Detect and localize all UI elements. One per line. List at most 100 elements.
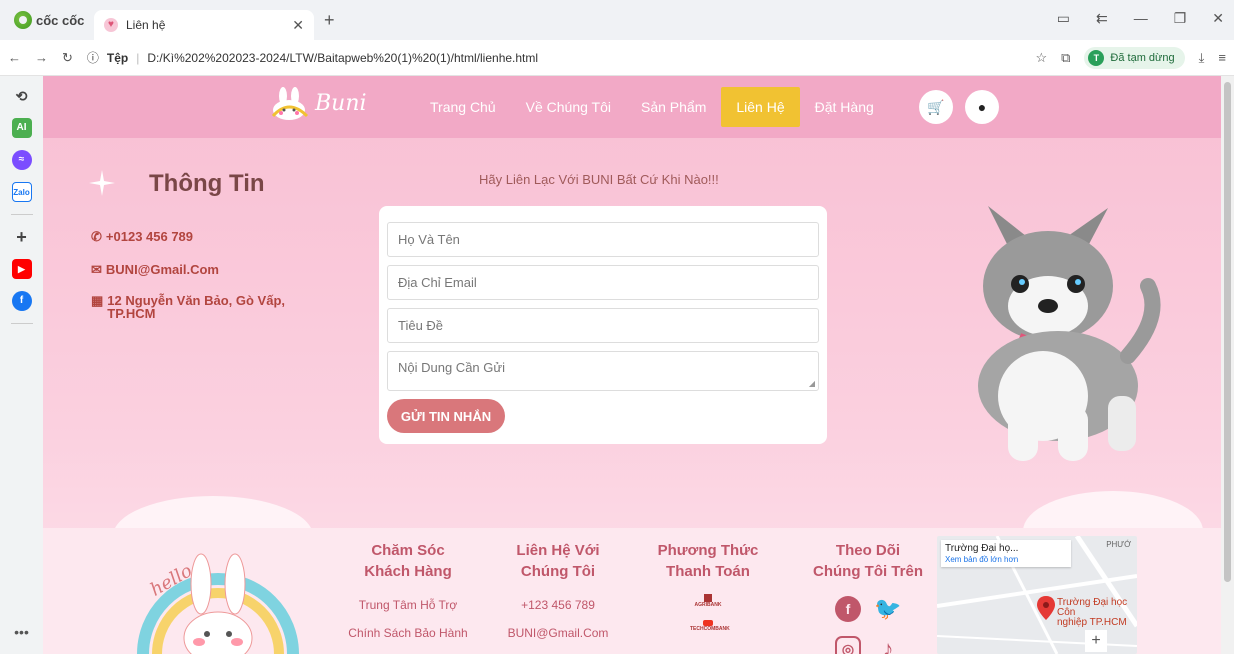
reading-mode-icon[interactable]: ▭ <box>1057 10 1070 27</box>
send-message-button[interactable]: GỬI TIN NHẮN <box>387 399 505 433</box>
phone-icon: ✆ <box>91 229 102 244</box>
nav-links: Trang Chủ Về Chúng Tôi Sản Phẩm Liên Hệ … <box>415 76 889 138</box>
nav-contact[interactable]: Liên Hệ <box>721 87 800 127</box>
facebook-icon[interactable]: f <box>11 291 32 311</box>
info-address-text: 12 Nguyễn Văn Bảo, Gò Vấp, TP.HCM <box>107 293 286 321</box>
extension-puzzle-icon[interactable]: ⧉ <box>1061 50 1070 66</box>
coccoc-logo-icon <box>14 11 32 29</box>
nav-home[interactable]: Trang Chủ <box>415 87 511 127</box>
map-place-name: Trường Đại họ... <box>945 543 1019 554</box>
scrollbar-thumb[interactable] <box>1224 82 1231 582</box>
window-controls: ▭ ⇇ — ❐ ✕ <box>1057 10 1224 27</box>
map-zoom-in-icon[interactable]: + <box>1085 630 1107 652</box>
add-app-icon[interactable]: + <box>12 227 32 247</box>
page-scrollbar[interactable] <box>1221 76 1234 654</box>
browser-tab-strip: cốc cốc ♥ Liên hệ ✕ + ▭ ⇇ — ❐ ✕ <box>0 0 1234 40</box>
logo-text: Buni <box>315 90 367 116</box>
ai-assistant-icon[interactable]: AI <box>11 118 32 138</box>
footer-contact-head-2: Chúng Tôi <box>520 563 596 580</box>
sidebar-divider <box>10 214 33 215</box>
name-placeholder: Họ Và Tên <box>398 232 460 247</box>
map-marker-icon[interactable] <box>1037 596 1055 620</box>
new-tab-icon[interactable]: + <box>324 10 335 31</box>
footer-email[interactable]: BUNI@Gmail.Com <box>483 626 633 640</box>
techcombank-logo[interactable]: TECHCOMBANK <box>690 620 730 634</box>
url-text: D:/Kì%202%202023-2024/LTW/Baitapweb%20(1… <box>147 50 539 65</box>
name-input[interactable]: Họ Và Tên <box>387 222 819 257</box>
footer-phone[interactable]: +123 456 789 <box>483 598 633 612</box>
footer-care-head-2: Khách Hàng <box>364 563 452 580</box>
address-bar-actions: ☆ ⧉ T Đã tạm dừng ⤓ ≡ <box>1035 46 1226 69</box>
footer-col-contact: Liên Hệ Với Chúng Tôi +123 456 789 BUNI@… <box>483 540 633 640</box>
restore-icon[interactable]: ❐ <box>1174 10 1187 27</box>
tiktok-icon[interactable]: ♪ <box>875 636 901 654</box>
map-marker-line-2: nghiệp TP.HCM <box>1057 617 1127 628</box>
footer-col-care: Chăm Sóc Khách Hàng Trung Tâm Hỗ Trợ Chí… <box>333 540 483 640</box>
close-tab-icon[interactable]: ✕ <box>292 17 304 34</box>
forward-icon[interactable]: → <box>35 50 48 65</box>
cart-icon[interactable]: 🛒 <box>919 90 953 124</box>
info-phone: ✆ +0123 456 789 <box>91 230 193 243</box>
contact-form: Họ Và Tên Địa Chỉ Email Tiêu Đề Nội Dung… <box>379 206 827 444</box>
messenger-icon[interactable]: ≈ <box>11 150 32 170</box>
zalo-icon[interactable]: Zalo <box>11 182 32 202</box>
agribank-label: AGRIBANK <box>694 602 722 608</box>
close-window-icon[interactable]: ✕ <box>1212 10 1224 27</box>
resize-handle-icon[interactable]: ◢ <box>809 379 815 388</box>
more-apps-icon[interactable]: ••• <box>14 624 29 640</box>
nav-products[interactable]: Sản Phẩm <box>626 87 721 127</box>
profile-button[interactable]: T Đã tạm dừng <box>1084 46 1185 69</box>
browser-brand-label: cốc cốc <box>36 12 85 28</box>
info-icon[interactable]: ⓘ <box>87 49 99 66</box>
agribank-mark-icon <box>704 594 712 602</box>
browser-tab-active[interactable]: ♥ Liên hệ ✕ <box>94 10 314 40</box>
footer-col-payment: Phương Thức Thanh Toán AGRIBANK TECHCOMB… <box>633 540 783 634</box>
browser-brand[interactable]: cốc cốc <box>0 11 90 29</box>
google-map-embed[interactable]: Trường Đại họ... Xem bản đồ lớn hơn PHƯỚ… <box>937 536 1137 654</box>
browser-sidebar: ⟲ AI ≈ Zalo + ▶ f ••• <box>0 76 43 654</box>
agribank-logo[interactable]: AGRIBANK <box>690 594 726 608</box>
reload-icon[interactable]: ↻ <box>62 50 73 66</box>
download-icon[interactable]: ⤓ <box>1199 50 1205 66</box>
bookmark-star-icon[interactable]: ☆ <box>1035 50 1047 66</box>
url-scheme: Tệp <box>106 50 129 65</box>
email-input[interactable]: Địa Chỉ Email <box>387 265 819 300</box>
footer-payment-head-1: Phương Thức <box>657 542 759 559</box>
nav-about[interactable]: Về Chúng Tôi <box>511 87 626 127</box>
instagram-icon[interactable]: ◎ <box>835 636 861 654</box>
youtube-icon[interactable]: ▶ <box>11 259 32 279</box>
husky-plush-image <box>978 206 1161 461</box>
subject-input[interactable]: Tiêu Đề <box>387 308 819 343</box>
bunny-logo-icon <box>271 87 309 120</box>
profile-avatar: T <box>1088 49 1105 66</box>
message-textarea[interactable]: Nội Dung Cần Gửi ◢ <box>387 351 819 391</box>
nav-order[interactable]: Đặt Hàng <box>800 87 889 127</box>
site-navbar: Buni Trang Chủ Về Chúng Tôi Sản Phẩm Liê… <box>43 76 1221 138</box>
url-field[interactable]: ⓘ Tệp | D:/Kì%202%202023-2024/LTW/Baitap… <box>87 49 1022 66</box>
tab-title: Liên hệ <box>126 18 166 32</box>
twitter-icon[interactable]: 🐦 <box>874 596 901 622</box>
map-icon: ▦ <box>91 293 104 308</box>
address-bar: ← → ↻ ⓘ Tệp | D:/Kì%202%202023-2024/LTW/… <box>0 40 1234 76</box>
footer-warranty-link[interactable]: Chính Sách Bảo Hành <box>333 626 483 640</box>
footer-support-link[interactable]: Trung Tâm Hỗ Trợ <box>333 598 483 612</box>
sparkle-icon <box>89 170 115 196</box>
facebook-icon[interactable]: f <box>835 596 861 622</box>
footer-care-head-1: Chăm Sóc <box>371 542 445 559</box>
info-email-text: BUNI@Gmail.Com <box>105 262 219 277</box>
site-footer: hello Chăm Sóc Khách Hàng Trung Tâm Hỗ T… <box>43 528 1221 654</box>
menu-icon[interactable]: ≡ <box>1218 50 1226 65</box>
back-icon[interactable]: ← <box>8 50 21 65</box>
history-icon[interactable]: ⟲ <box>12 86 32 106</box>
url-separator: | <box>136 50 140 65</box>
techcombank-label: TECHCOMBANK <box>690 626 730 632</box>
map-larger-link[interactable]: Xem bản đồ lớn hơn <box>945 555 1067 564</box>
footer-col-social: Theo Dõi Chúng Tôi Trên f 🐦 ◎ ♪ <box>793 540 943 654</box>
minimize-icon[interactable]: — <box>1134 10 1148 27</box>
extensions-menu-icon[interactable]: ⇇ <box>1096 10 1108 27</box>
site-logo[interactable]: Buni <box>269 86 367 120</box>
bunny-favicon-icon: ♥ <box>104 18 118 32</box>
map-place-card: Trường Đại họ... Xem bản đồ lớn hơn <box>941 540 1071 567</box>
email-placeholder: Địa Chỉ Email <box>398 275 477 290</box>
user-icon[interactable]: ● <box>965 90 999 124</box>
